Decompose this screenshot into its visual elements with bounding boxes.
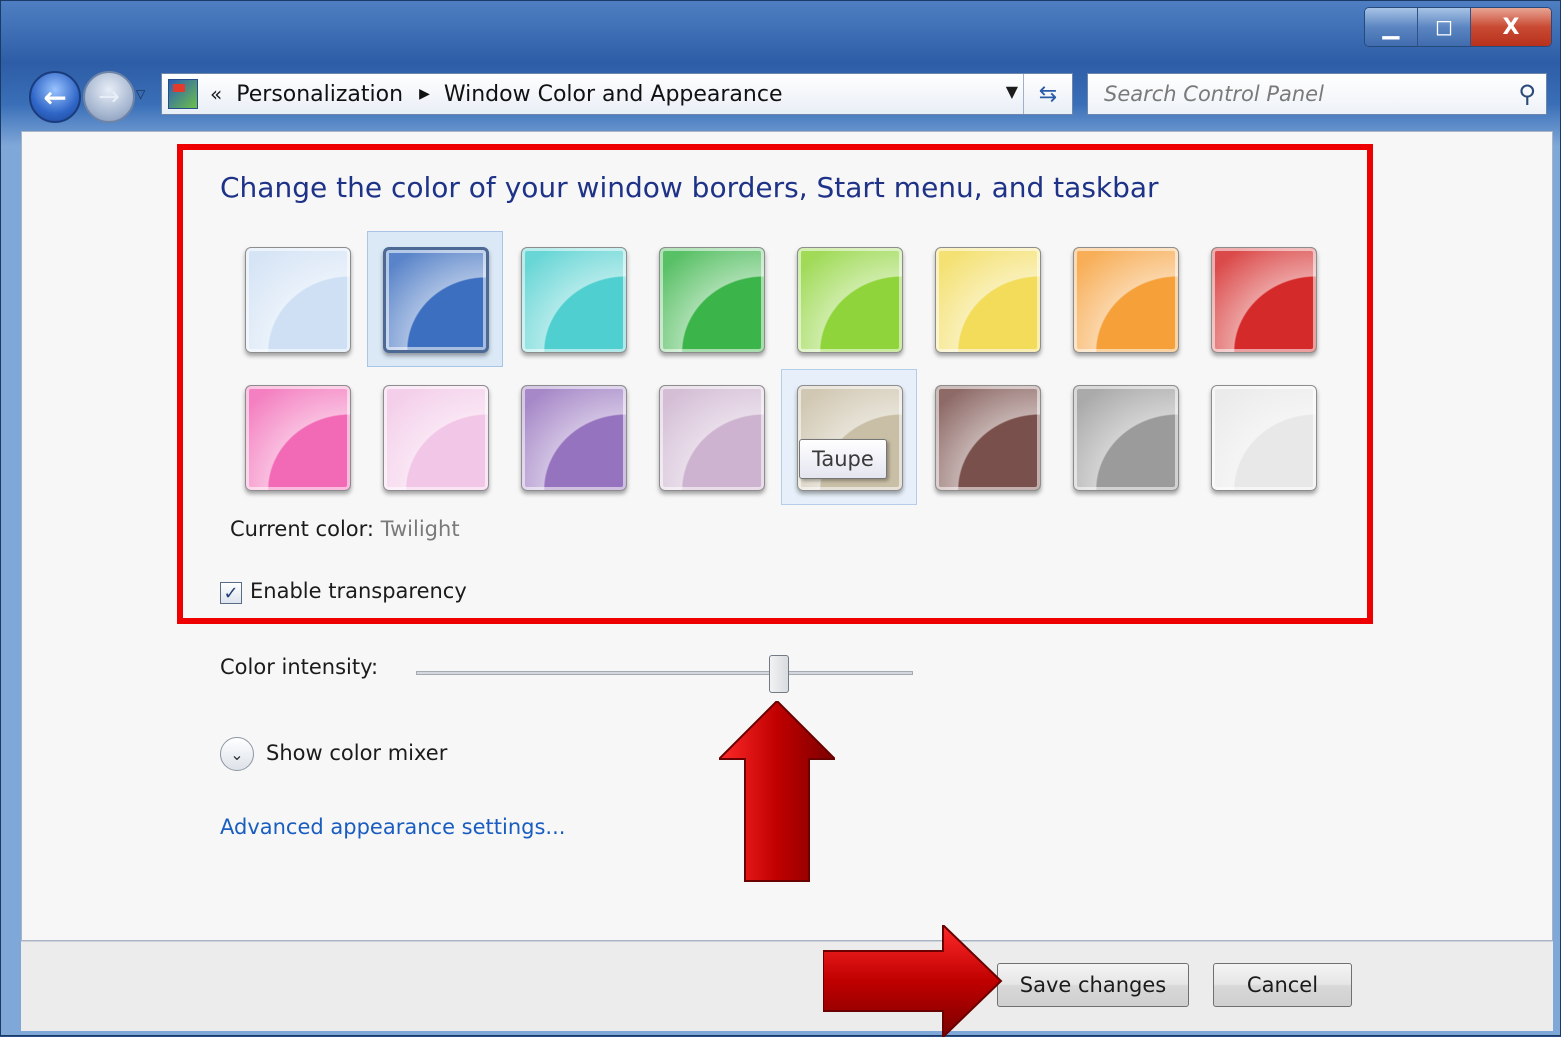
color-swatch[interactable]: [521, 385, 627, 491]
color-swatch[interactable]: [659, 385, 765, 491]
color-swatch[interactable]: [1073, 247, 1179, 353]
refresh-icon: ⇆: [1038, 81, 1058, 107]
color-swatch[interactable]: [1073, 385, 1179, 491]
annotation-arrow-up-icon: [719, 701, 835, 882]
swatch-gloss: [1212, 248, 1316, 352]
back-arrow-icon: ←: [43, 80, 67, 114]
show-color-mixer-label[interactable]: Show color mixer: [266, 741, 447, 765]
search-input[interactable]: [1102, 74, 1506, 114]
back-button[interactable]: ←: [29, 71, 81, 123]
color-swatch-tile: [659, 385, 765, 491]
swatch-tooltip: Taupe: [799, 439, 887, 479]
swatch-gloss: [522, 386, 626, 490]
swatch-gloss: [798, 248, 902, 352]
caption-buttons: ▁ ◻ X: [1364, 7, 1552, 47]
swatch-gloss: [660, 248, 764, 352]
color-intensity-label: Color intensity:: [220, 655, 379, 679]
enable-transparency-checkbox[interactable]: ✓: [220, 582, 242, 604]
minimize-button[interactable]: ▁: [1365, 8, 1418, 46]
color-swatch[interactable]: [935, 385, 1041, 491]
navigation-bar: ← → ▽ « Personalization ▶ Window Color a…: [1, 61, 1560, 129]
swatch-gloss: [1074, 386, 1178, 490]
address-bar[interactable]: « Personalization ▶ Window Color and App…: [161, 73, 1073, 115]
color-swatch-tile: [245, 385, 351, 491]
swatch-gloss: [1074, 248, 1178, 352]
color-swatch-tile: [659, 247, 765, 353]
maximize-button[interactable]: ◻: [1418, 8, 1471, 46]
color-swatch[interactable]: [1211, 385, 1317, 491]
current-color-label: Current color:: [230, 517, 374, 541]
swatch-gloss: [522, 248, 626, 352]
breadcrumb-separator-icon[interactable]: ▶: [419, 86, 430, 102]
color-swatch[interactable]: [383, 385, 489, 491]
breadcrumb-overflow-icon[interactable]: «: [210, 82, 222, 106]
current-color-value: Twilight: [380, 517, 460, 541]
title-bar[interactable]: ▁ ◻ X: [1, 1, 1560, 61]
color-swatch-tile: [935, 385, 1041, 491]
color-swatch-tile: [383, 385, 489, 491]
enable-transparency-label[interactable]: Enable transparency: [250, 579, 467, 603]
swatch-gloss: [1212, 386, 1316, 490]
color-swatch-tile: [1073, 247, 1179, 353]
color-intensity-slider-track[interactable]: [416, 671, 913, 675]
close-button[interactable]: X: [1471, 8, 1551, 46]
swatch-gloss: [246, 386, 350, 490]
color-swatch[interactable]: [1211, 247, 1317, 353]
page-title: Change the color of your window borders,…: [220, 171, 1159, 204]
advanced-appearance-link[interactable]: Advanced appearance settings...: [220, 815, 565, 839]
color-swatch-tile: [1211, 385, 1317, 491]
search-box[interactable]: ⚲: [1087, 73, 1547, 115]
save-changes-button[interactable]: Save changes: [997, 963, 1189, 1007]
annotation-arrow-right-icon: [823, 925, 1003, 1037]
color-swatch[interactable]: [367, 231, 503, 367]
control-panel-window: ▁ ◻ X ← → ▽ « Personalization ▶ Window C…: [0, 0, 1561, 1037]
color-swatch-tile: [1073, 385, 1179, 491]
swatch-gloss: [936, 248, 1040, 352]
search-icon[interactable]: ⚲: [1518, 80, 1536, 108]
control-panel-icon: [168, 79, 198, 109]
forward-arrow-icon: →: [98, 82, 120, 112]
color-swatch[interactable]: [797, 247, 903, 353]
chevron-down-icon: ⌄: [230, 744, 244, 764]
address-dropdown-icon[interactable]: ▼: [1006, 82, 1018, 101]
cancel-button[interactable]: Cancel: [1213, 963, 1352, 1007]
color-swatch-tile: [245, 247, 351, 353]
color-swatch[interactable]: [245, 247, 351, 353]
swatch-gloss: [660, 386, 764, 490]
color-swatch[interactable]: [245, 385, 351, 491]
recent-pages-dropdown-icon[interactable]: ▽: [136, 87, 145, 101]
swatch-gloss: [936, 386, 1040, 490]
breadcrumb-personalization[interactable]: Personalization: [236, 82, 403, 107]
color-swatch-tile: [797, 247, 903, 353]
color-swatch-grid: [245, 231, 1325, 505]
breadcrumb-window-color[interactable]: Window Color and Appearance: [444, 82, 783, 107]
color-swatch[interactable]: [659, 247, 765, 353]
refresh-button[interactable]: ⇆: [1023, 74, 1072, 114]
forward-button[interactable]: →: [83, 71, 135, 123]
color-swatch-tile: [521, 385, 627, 491]
color-swatch-tile: [383, 247, 489, 353]
color-intensity-slider-thumb[interactable]: [768, 655, 789, 693]
color-swatch-tile: [521, 247, 627, 353]
current-color: Current color: Twilight: [230, 517, 460, 541]
color-swatch-tile: [1211, 247, 1317, 353]
swatch-gloss: [384, 386, 488, 490]
expand-color-mixer-button[interactable]: ⌄: [220, 737, 254, 771]
color-swatch[interactable]: [935, 247, 1041, 353]
swatch-gloss: [386, 250, 486, 350]
swatch-gloss: [246, 248, 350, 352]
color-swatch[interactable]: [521, 247, 627, 353]
color-swatch-tile: [935, 247, 1041, 353]
